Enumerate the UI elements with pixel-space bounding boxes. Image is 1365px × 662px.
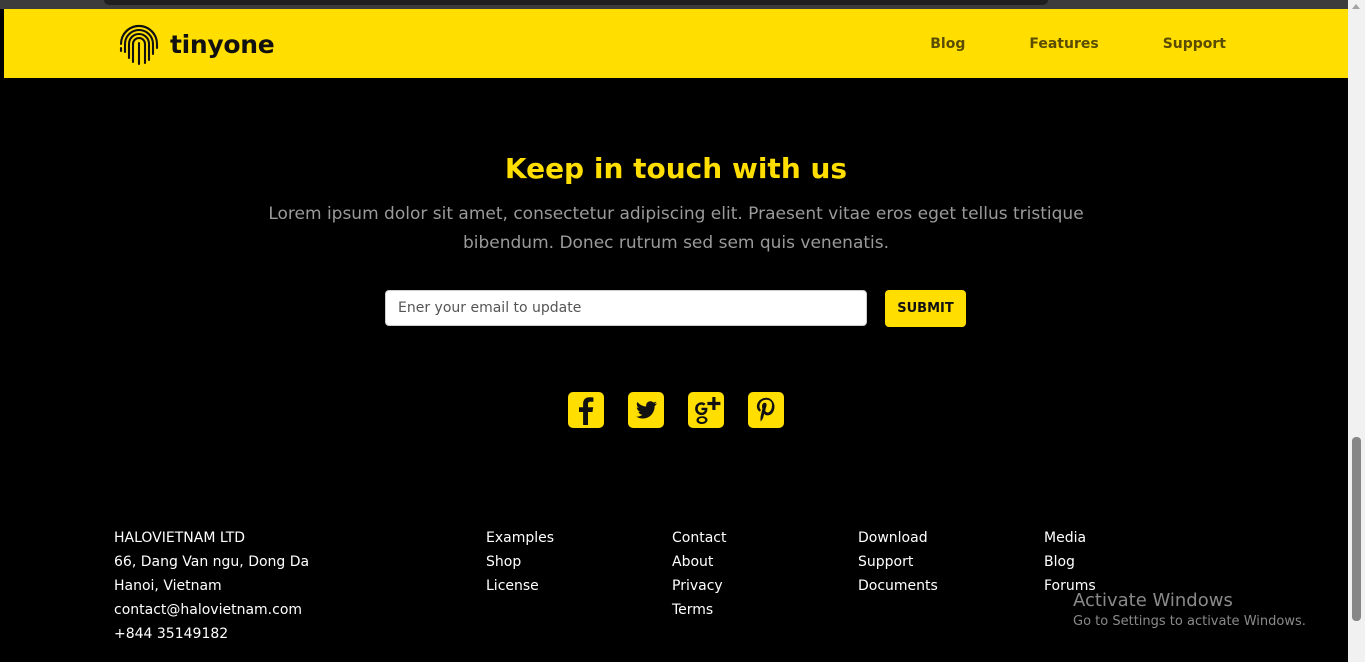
twitter-icon[interactable] <box>628 392 664 428</box>
contact-email: contact@halovietnam.com <box>114 602 303 618</box>
fingerprint-icon <box>118 22 160 66</box>
footer-col-3: Download Support Documents <box>858 526 938 598</box>
footer-link-examples[interactable]: Examples <box>486 526 554 550</box>
street-address: 66, Dang Van ngu, Dong Da <box>114 554 310 570</box>
watermark-subtitle: Go to Settings to activate Windows. <box>1073 614 1306 629</box>
site-header: tinyone Blog Features Support <box>4 9 1348 78</box>
footer-link-shop[interactable]: Shop <box>486 550 554 574</box>
brand-logo[interactable]: tinyone <box>118 21 275 67</box>
footer-col-1: Examples Shop License <box>486 526 554 598</box>
email-input[interactable] <box>385 290 867 326</box>
browser-address-bar <box>104 0 1048 5</box>
scroll-up-arrow-icon[interactable] <box>1352 4 1360 9</box>
footer-col-2: Contact About Privacy Terms <box>672 526 726 622</box>
footer-link-about[interactable]: About <box>672 550 726 574</box>
facebook-icon[interactable] <box>568 392 604 428</box>
browser-chrome <box>0 0 1365 9</box>
footer-col-4: Media Blog Forums <box>1044 526 1096 598</box>
nav-blog[interactable]: Blog <box>930 36 965 52</box>
footer-link-media[interactable]: Media <box>1044 526 1096 550</box>
google-plus-icon[interactable] <box>688 392 724 428</box>
main-nav: Blog Features Support <box>866 9 1226 78</box>
nav-features[interactable]: Features <box>1029 36 1098 52</box>
page: tinyone Blog Features Support Keep in to… <box>0 0 1365 662</box>
nav-support[interactable]: Support <box>1163 36 1226 52</box>
phone-number: +844 35149182 <box>114 626 229 642</box>
footer-link-documents[interactable]: Documents <box>858 574 938 598</box>
scrollbar-thumb[interactable] <box>1352 437 1361 621</box>
footer-link-contact[interactable]: Contact <box>672 526 726 550</box>
footer-link-license[interactable]: License <box>486 574 554 598</box>
section-description: Lorem ipsum dolor sit amet, consectetur … <box>268 204 1084 253</box>
brand-name: tinyone <box>170 29 275 59</box>
activate-windows-watermark: Activate Windows Go to Settings to activ… <box>1073 590 1306 632</box>
company-name: HALOVIETNAM LTD <box>114 530 246 546</box>
footer-address: HALOVIETNAM LTD 66, Dang Van ngu, Dong D… <box>114 526 309 646</box>
footer-link-privacy[interactable]: Privacy <box>672 574 726 598</box>
city: Hanoi, Vietnam <box>114 578 222 594</box>
footer-link-blog[interactable]: Blog <box>1044 550 1096 574</box>
footer-link-terms[interactable]: Terms <box>672 598 726 622</box>
social-links <box>568 392 784 428</box>
submit-button[interactable]: SUBMIT <box>885 290 966 327</box>
footer-link-support[interactable]: Support <box>858 550 938 574</box>
section-title: Keep in touch with us <box>504 152 848 185</box>
footer-link-download[interactable]: Download <box>858 526 938 550</box>
pinterest-icon[interactable] <box>748 392 784 428</box>
vertical-scrollbar[interactable] <box>1348 0 1365 662</box>
watermark-title: Activate Windows <box>1073 590 1233 611</box>
